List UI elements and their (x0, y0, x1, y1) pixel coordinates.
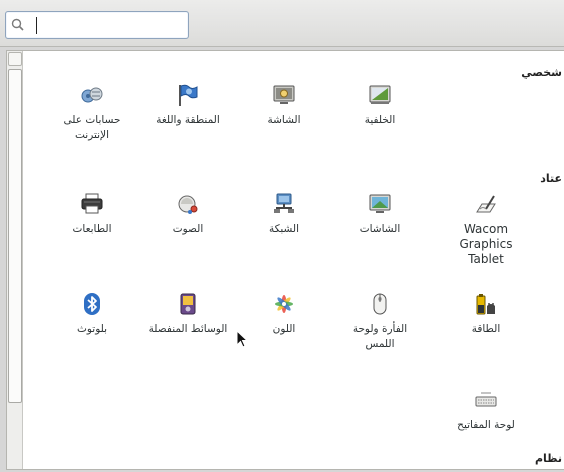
settings-panel: شخصي عتاد نظام الخلفية الشاشة المنطقة وا… (6, 50, 564, 470)
item-bluetooth[interactable]: بلوتوث (50, 292, 134, 337)
item-label: الوسائط المنفصلة (148, 323, 228, 335)
item-network[interactable]: الشبكة (242, 192, 326, 237)
item-background[interactable]: الخلفية (338, 83, 422, 128)
item-removable-media[interactable]: الوسائط المنفصلة (146, 292, 230, 337)
item-label: لوحة المفاتيح (457, 419, 515, 431)
item-displays[interactable]: الشاشات (338, 192, 422, 237)
item-power[interactable]: الطاقة (444, 292, 528, 337)
scroll-up-button[interactable] (8, 52, 22, 66)
item-label: الخلفية (364, 114, 396, 126)
item-label: الصوت (172, 223, 204, 235)
section-title-hardware: عتاد (540, 172, 562, 185)
network-icon (274, 193, 294, 213)
text-caret (36, 17, 37, 34)
mouse-icon (373, 293, 387, 315)
item-printers[interactable]: الطابعات (50, 192, 134, 237)
flag-icon (179, 84, 198, 106)
item-online-accounts[interactable]: حسابات على الإنترنت (50, 83, 134, 143)
item-sound[interactable]: الصوت (146, 192, 230, 237)
mouse-pointer-icon (236, 330, 248, 348)
item-label: الطابعات (72, 223, 112, 235)
item-label: حسابات على الإنترنت (63, 114, 121, 141)
color-icon (275, 295, 293, 313)
item-mouse-touchpad[interactable]: الفأرة ولوحة اللمس (338, 292, 422, 352)
item-label: الشاشات (359, 223, 401, 235)
vertical-scrollbar[interactable] (7, 51, 23, 469)
media-player-icon (180, 293, 196, 315)
lock-screen-icon (273, 85, 295, 104)
item-label: Wacom Graphics Tablet (459, 222, 513, 266)
item-label: الطاقة (471, 323, 501, 335)
item-region-language[interactable]: المنطقة واللغة (146, 83, 230, 128)
search-icon (11, 18, 24, 31)
item-color[interactable]: اللون (242, 292, 326, 337)
item-label: الفأرة ولوحة اللمس (352, 323, 408, 350)
background-icon (369, 85, 391, 104)
toolbar (0, 0, 564, 47)
speaker-icon (178, 195, 198, 214)
item-label: اللون (272, 323, 296, 335)
item-display-lock[interactable]: الشاشة (242, 83, 326, 128)
section-title-personal: شخصي (521, 66, 562, 79)
section-title-system: نظام (534, 452, 562, 465)
online-accounts-icon (81, 87, 103, 103)
item-keyboard[interactable]: لوحة المفاتيح (444, 388, 528, 433)
monitor-icon (369, 194, 391, 213)
item-label: الشاشة (267, 114, 301, 126)
item-label: بلوتوث (76, 323, 108, 335)
graphics-tablet-icon (476, 195, 496, 213)
printer-icon (81, 193, 103, 214)
scrollbar-thumb[interactable] (8, 69, 22, 403)
keyboard-icon (475, 392, 497, 407)
item-wacom[interactable]: Wacom Graphics Tablet (444, 192, 528, 267)
item-label: الشبكة (268, 223, 300, 235)
item-label: المنطقة واللغة (156, 114, 220, 126)
bluetooth-icon (84, 293, 100, 315)
search-field[interactable] (5, 11, 189, 39)
battery-icon (476, 294, 495, 315)
